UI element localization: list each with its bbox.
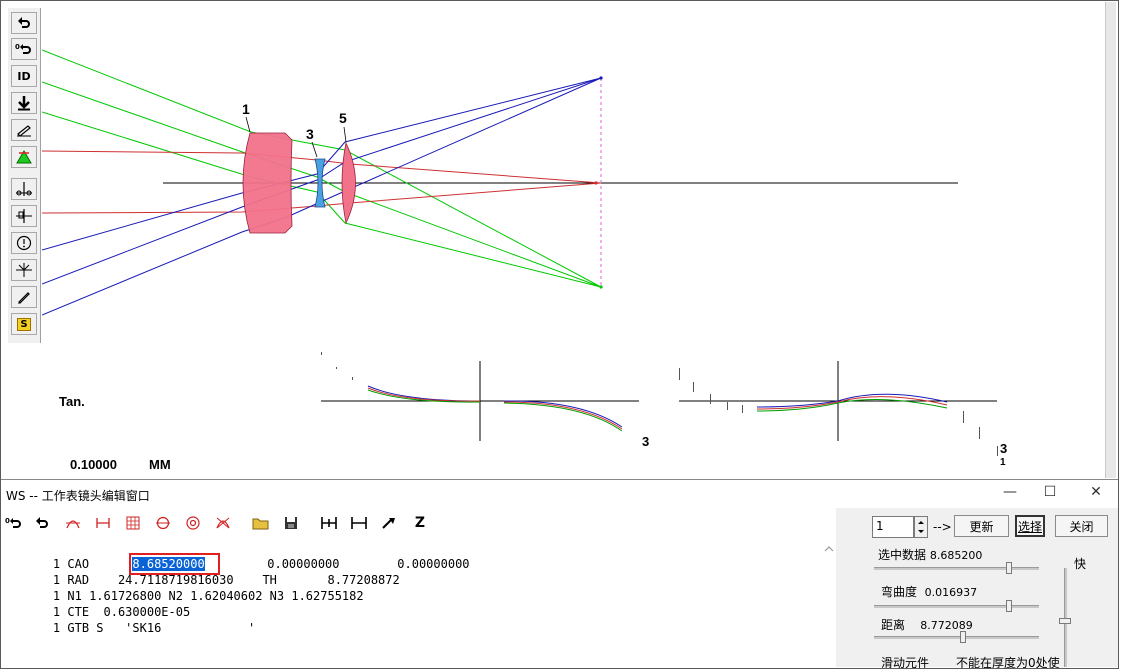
plot2-end-label-a: 3: [1000, 441, 1007, 456]
svg-text:0: 0: [15, 43, 20, 51]
editor-scrollbar[interactable]: [822, 538, 836, 667]
selected-data-label: 选中数据 8.685200: [878, 548, 983, 562]
curvature-label: 弯曲度 0.016937: [881, 585, 978, 599]
aberration-plot-1: 3: [321, 352, 649, 449]
z-icon[interactable]: Z: [410, 514, 430, 532]
ws-toolbar: 0 Z: [0, 508, 822, 538]
fast-label: 快: [1074, 557, 1087, 571]
plot1-end-label: 3: [642, 434, 649, 449]
curvature-value: 0.016937: [924, 586, 978, 599]
left-toolbar: 0 ID S: [8, 8, 41, 343]
spinner-buttons[interactable]: [914, 516, 928, 538]
crossed-curve-icon[interactable]: [213, 514, 233, 532]
download-arrow-icon[interactable]: [11, 92, 37, 114]
distance-label: 距离 8.772089: [881, 618, 973, 632]
target-icon[interactable]: [183, 514, 203, 532]
tan-label: Tan.: [59, 394, 85, 409]
undo-icon[interactable]: [11, 12, 37, 34]
scroll-up-icon[interactable]: [822, 542, 836, 556]
distance-slider[interactable]: [960, 631, 967, 643]
close-button[interactable]: 关闭: [1055, 515, 1108, 537]
save-icon[interactable]: [281, 514, 301, 532]
close-window-button[interactable]: ✕: [1076, 484, 1116, 504]
scale-unit: MM: [149, 457, 171, 472]
selected-data-value: 8.685200: [929, 549, 983, 562]
circle-info-icon[interactable]: [11, 232, 37, 254]
lens-tool-b-icon[interactable]: [11, 205, 37, 227]
warning-triangle-icon[interactable]: [11, 146, 37, 168]
curve-icon[interactable]: [63, 514, 83, 532]
distance-slider-track: [874, 636, 1039, 639]
arrow-tool-icon[interactable]: [379, 514, 399, 532]
spinner-arrows-icon: [918, 521, 924, 533]
right-control-panel: 1 --> 更新 选择 关闭 选中数据 8.685200 弯曲度 0.01693…: [836, 508, 1119, 670]
selected-data-slider[interactable]: [1006, 562, 1013, 574]
thickness-icon[interactable]: [93, 514, 113, 532]
plot2-end-label-b: 1: [1000, 457, 1006, 468]
ws-window-title: WS -- 工作表镜头编辑窗口: [6, 489, 150, 503]
surface-label-1: 1: [242, 101, 250, 117]
s-badge-label: S: [17, 317, 31, 331]
lens-tool-a-icon[interactable]: [11, 178, 37, 200]
id-icon[interactable]: ID: [11, 65, 37, 87]
svg-text:0: 0: [5, 517, 10, 525]
circle-cross-icon[interactable]: [153, 514, 173, 532]
canvas-scrollbar[interactable]: [1105, 2, 1116, 478]
undo-zero-icon[interactable]: 0: [11, 38, 37, 60]
ws-window-titlebar: WS -- 工作表镜头编辑窗口 — ☐ ✕: [0, 479, 1119, 508]
edit-pencil-icon[interactable]: [11, 119, 37, 141]
id-label: ID: [17, 69, 31, 83]
grid-icon[interactable]: [123, 514, 143, 532]
lens-element-1: [242, 132, 293, 234]
spinner-input[interactable]: 1: [872, 516, 914, 538]
curvature-slider[interactable]: [1006, 600, 1013, 612]
lens-drawing-canvas: 1 3 5 Tan. 0.10000 MM 3 3 1: [42, 49, 1007, 472]
minimize-button[interactable]: —: [990, 484, 1030, 504]
update-button[interactable]: 更新: [954, 515, 1009, 537]
z-label: Z: [414, 515, 426, 531]
undo-zero-icon[interactable]: 0: [4, 514, 24, 532]
editor-line: 1 N1 1.61726800 N2 1.62040602 N3 1.62755…: [52, 589, 364, 603]
scale-value: 0.10000: [70, 457, 117, 472]
editor-line: 1 GTB S 'SK16 ': [52, 621, 256, 635]
lens-data-editor[interactable]: 1 CAO 8.68520000 0.00000000 0.00000000 1…: [0, 538, 822, 667]
maximize-button[interactable]: ☐: [1030, 484, 1070, 504]
curvature-slider-track: [874, 605, 1039, 608]
surface-label-3: 3: [306, 126, 314, 142]
slide-element-label: 滑动元件: [881, 656, 930, 670]
speed-slider[interactable]: [1059, 618, 1071, 624]
selected-data-slider-track: [874, 567, 1039, 570]
thickness-note: 不能在厚度为0处使: [956, 656, 1060, 670]
undo-icon[interactable]: [32, 514, 52, 532]
spinner-value: 1: [876, 519, 884, 533]
insert-before-icon[interactable]: [349, 514, 369, 532]
editor-line: 1 RAD 24.7118719816030 TH 8.77208872: [52, 573, 400, 587]
insert-after-icon[interactable]: [319, 514, 339, 532]
editor-line: 1 CAO 8.68520000 0.00000000 0.00000000: [52, 553, 470, 575]
folder-icon[interactable]: [251, 514, 271, 532]
surface-label-5: 5: [339, 110, 347, 126]
aberration-plot-2: 3 1: [679, 361, 1007, 468]
select-button[interactable]: 选择: [1015, 515, 1045, 537]
arrow-text: -->: [933, 520, 952, 534]
editor-line: 1 CTE 0.630000E-05: [52, 605, 191, 619]
field-tool-icon[interactable]: [11, 259, 37, 281]
s-badge-icon[interactable]: S: [11, 313, 37, 335]
pencil-icon[interactable]: [11, 286, 37, 308]
